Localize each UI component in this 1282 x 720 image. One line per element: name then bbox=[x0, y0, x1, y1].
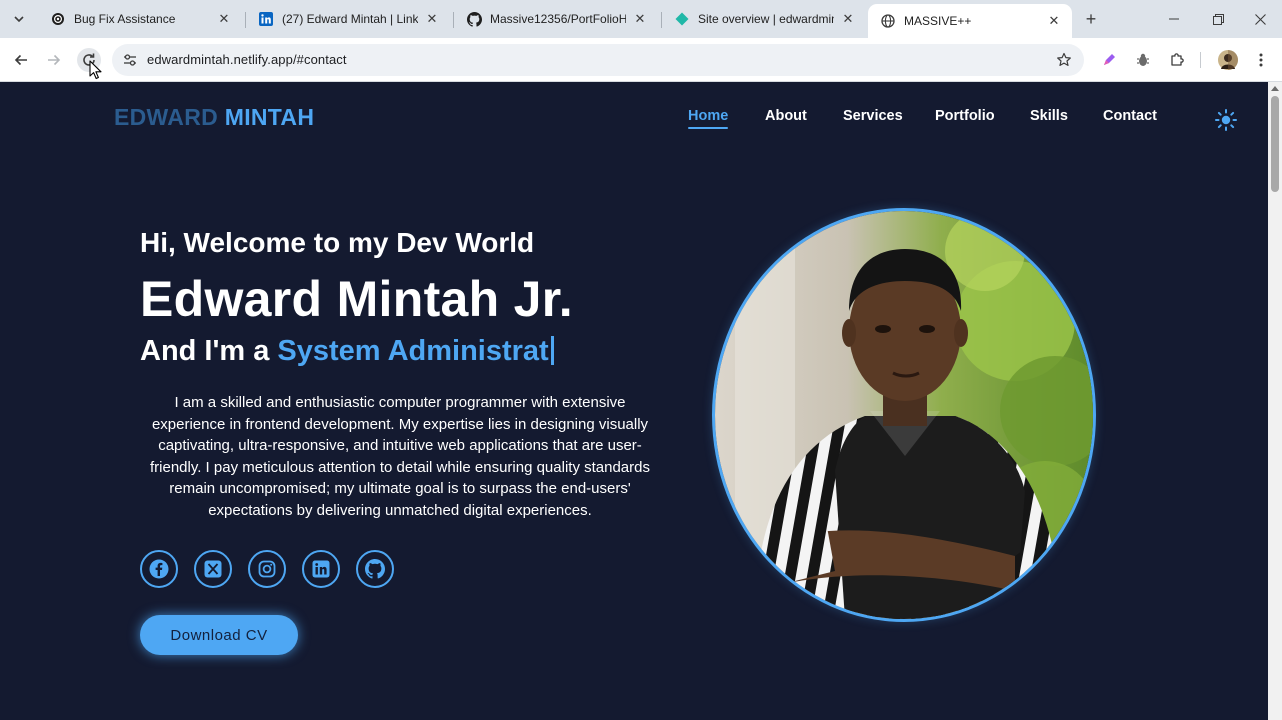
hero-greeting: Hi, Welcome to my Dev World bbox=[140, 227, 535, 258]
tab-title: Massive12356/PortFolioHtml bbox=[490, 12, 626, 26]
nav-skills[interactable]: Skills bbox=[1030, 108, 1068, 124]
chevron-down-icon bbox=[14, 16, 24, 23]
minimize-icon bbox=[1169, 18, 1179, 20]
address-bar[interactable]: edwardmintah.netlify.app/#contact bbox=[112, 44, 1084, 76]
close-tab-icon[interactable]: ✕ bbox=[1046, 13, 1062, 29]
close-tab-icon[interactable]: ✕ bbox=[424, 11, 440, 27]
browser-toolbar: edwardmintah.netlify.app/#contact bbox=[0, 38, 1282, 82]
profile-photo bbox=[712, 208, 1096, 622]
more-vertical-icon bbox=[1259, 53, 1263, 67]
portrait-illustration bbox=[715, 211, 1093, 619]
tab-bug-fix-assistance[interactable]: Bug Fix Assistance ✕ bbox=[38, 6, 242, 32]
pen-extension-icon bbox=[1104, 54, 1115, 65]
restore-icon bbox=[1212, 13, 1224, 25]
nav-contact[interactable]: Contact bbox=[1103, 108, 1157, 124]
github-icon bbox=[365, 559, 385, 579]
logo-first-name: EDWARD bbox=[114, 104, 219, 130]
close-tab-icon[interactable]: ✕ bbox=[840, 11, 856, 27]
tab-strip: Bug Fix Assistance ✕ (27) Edward Mintah … bbox=[0, 0, 1282, 38]
mouse-cursor-icon bbox=[89, 60, 102, 80]
hero-bio: I am a skilled and enthusiastic computer… bbox=[149, 394, 650, 519]
plus-icon: + bbox=[1085, 8, 1097, 29]
back-button[interactable] bbox=[9, 48, 33, 72]
linkedin-icon bbox=[258, 11, 274, 27]
extension-button[interactable] bbox=[1097, 48, 1121, 72]
profile-button[interactable] bbox=[1216, 48, 1240, 72]
puzzle-icon bbox=[1171, 53, 1184, 66]
close-tab-icon[interactable]: ✕ bbox=[216, 11, 232, 27]
github-link[interactable] bbox=[356, 550, 394, 588]
minimize-button[interactable] bbox=[1152, 6, 1196, 32]
tab-title: MASSIVE++ bbox=[904, 14, 972, 28]
arrow-right-icon bbox=[48, 54, 61, 66]
tab-title: Site overview | edwardmintah bbox=[698, 12, 834, 26]
close-tab-icon[interactable]: ✕ bbox=[632, 11, 648, 27]
hero-name: Edward Mintah Jr. bbox=[140, 271, 573, 327]
arrow-left-icon bbox=[14, 54, 27, 66]
forward-button[interactable] bbox=[42, 48, 66, 72]
tab-search-button[interactable] bbox=[8, 8, 30, 30]
netlify-icon bbox=[674, 11, 690, 27]
openai-icon bbox=[50, 11, 66, 27]
role-prefix: And I'm a bbox=[140, 335, 270, 367]
tab-netlify-site-overview[interactable]: Site overview | edwardmintah ✕ bbox=[662, 6, 866, 32]
facebook-link[interactable] bbox=[140, 550, 178, 588]
nav-about[interactable]: About bbox=[765, 108, 807, 124]
page-scrollbar[interactable] bbox=[1268, 82, 1282, 720]
typing-caret bbox=[550, 336, 554, 365]
portfolio-page: EDWARD MINTAH Home About Services Portfo… bbox=[0, 82, 1268, 720]
nav-portfolio[interactable]: Portfolio bbox=[935, 108, 995, 124]
theme-toggle-button[interactable] bbox=[1214, 108, 1238, 132]
bug-extension-icon bbox=[1137, 53, 1149, 66]
close-icon bbox=[1254, 13, 1266, 25]
tab-title: (27) Edward Mintah | LinkedIn bbox=[282, 12, 418, 26]
close-window-button[interactable] bbox=[1238, 6, 1282, 32]
x-twitter-link[interactable] bbox=[194, 550, 232, 588]
instagram-link[interactable] bbox=[248, 550, 286, 588]
toolbar-separator bbox=[1200, 52, 1201, 68]
extensions-menu-button[interactable] bbox=[1165, 48, 1189, 72]
star-icon bbox=[1057, 52, 1071, 66]
site-info-button[interactable] bbox=[120, 50, 140, 70]
nav-home[interactable]: Home bbox=[688, 108, 729, 129]
restore-button[interactable] bbox=[1196, 6, 1240, 32]
tab-massive-active[interactable]: MASSIVE++ ✕ bbox=[868, 4, 1072, 38]
nav-services[interactable]: Services bbox=[843, 108, 903, 124]
x-icon bbox=[204, 560, 222, 578]
sun-icon bbox=[1215, 109, 1237, 131]
extension-button[interactable] bbox=[1131, 48, 1155, 72]
tab-linkedin[interactable]: (27) Edward Mintah | LinkedIn ✕ bbox=[246, 6, 450, 32]
scroll-thumb[interactable] bbox=[1271, 96, 1279, 192]
url-text[interactable]: edwardmintah.netlify.app/#contact bbox=[147, 52, 347, 67]
facebook-icon bbox=[149, 559, 169, 579]
tab-title: Bug Fix Assistance bbox=[74, 12, 176, 26]
browser-menu-button[interactable] bbox=[1249, 48, 1273, 72]
avatar bbox=[1218, 50, 1238, 70]
tab-github-repo[interactable]: Massive12356/PortFolioHtml ✕ bbox=[454, 6, 658, 32]
typed-role: System Administrat bbox=[277, 335, 549, 367]
globe-icon bbox=[880, 13, 896, 29]
site-logo[interactable]: EDWARD MINTAH bbox=[114, 104, 314, 131]
github-icon bbox=[466, 11, 482, 27]
bookmark-button[interactable] bbox=[1054, 50, 1074, 70]
instagram-icon bbox=[258, 560, 276, 578]
linkedin-link[interactable] bbox=[302, 550, 340, 588]
linkedin-icon bbox=[312, 560, 330, 578]
new-tab-button[interactable]: + bbox=[1080, 8, 1102, 30]
social-links bbox=[140, 550, 394, 588]
scroll-up-arrow[interactable] bbox=[1271, 86, 1279, 91]
logo-last-name: MINTAH bbox=[224, 104, 315, 130]
tune-icon bbox=[124, 54, 136, 66]
hero-role: And I'm a System Administrat bbox=[140, 335, 554, 368]
download-cv-button[interactable]: Download CV bbox=[140, 615, 298, 655]
